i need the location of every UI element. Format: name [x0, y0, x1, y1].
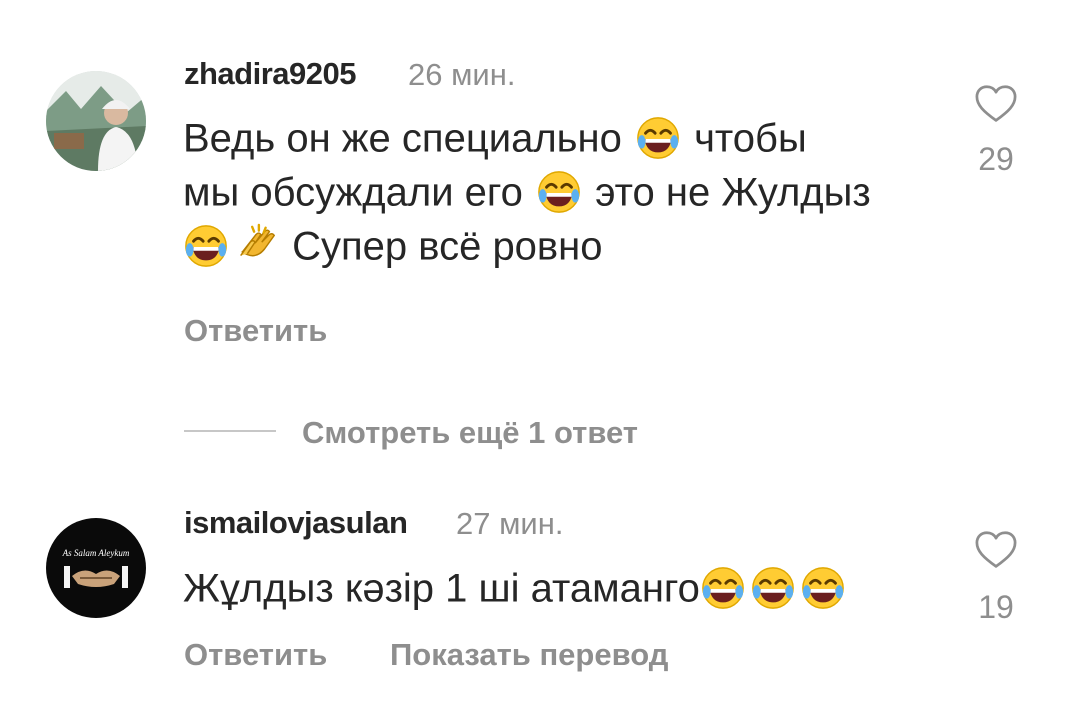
laugh-emoji-icon	[635, 115, 681, 161]
comment-text: Жұлдыз кәзір 1 ші атаманго	[183, 566, 700, 611]
comment-text-line: мы обсуждали его это не Жулдыз	[183, 172, 871, 218]
comment-text: это не Жулдыз	[595, 170, 871, 215]
avatar[interactable]	[46, 71, 146, 171]
laugh-emoji-icon	[183, 223, 229, 269]
reply-button[interactable]: Ответить	[184, 313, 327, 349]
user-photo-avatar-icon	[46, 71, 146, 171]
like-count: 19	[978, 589, 1014, 625]
laugh-emoji-icon	[800, 565, 846, 611]
avatar[interactable]: As Salam Aleykum	[46, 518, 146, 618]
comment-text: Ведь он же специально	[183, 116, 622, 161]
comment-text: Супер всё ровно	[292, 224, 603, 269]
laugh-emoji-icon	[536, 169, 582, 215]
comments-panel: zhadira9205 26 мин. Ведь он же специальн…	[0, 0, 1080, 712]
laugh-emoji-icon	[750, 565, 796, 611]
comment-timestamp: 26 мин.	[408, 57, 516, 92]
laugh-emoji-icon	[700, 565, 746, 611]
comment-username[interactable]: ismailovjasulan	[184, 505, 408, 541]
show-translation-button[interactable]: Показать перевод	[390, 637, 668, 673]
comment-text: мы обсуждали его	[183, 170, 523, 215]
heart-like-icon[interactable]	[974, 84, 1018, 124]
handshake-logo-avatar-icon: As Salam Aleykum	[46, 518, 146, 618]
comment-text-line: Жұлдыз кәзір 1 ші атаманго	[183, 568, 848, 614]
comment-username[interactable]: zhadira9205	[184, 56, 357, 92]
like-count: 29	[978, 141, 1014, 177]
comment-text-line: Ведь он же специально чтобы	[183, 118, 807, 164]
comment-text: чтобы	[694, 116, 807, 161]
comment-text-line: Супер всё ровно	[183, 226, 603, 272]
reply-button[interactable]: Ответить	[184, 637, 327, 673]
comment-timestamp: 27 мин.	[456, 506, 564, 541]
replies-divider	[184, 430, 276, 432]
view-more-replies-button[interactable]: Смотреть ещё 1 ответ	[302, 415, 638, 451]
clapping-hands-emoji-icon	[233, 223, 279, 269]
heart-like-icon[interactable]	[974, 530, 1018, 570]
avatar-caption: As Salam Aleykum	[62, 548, 130, 558]
